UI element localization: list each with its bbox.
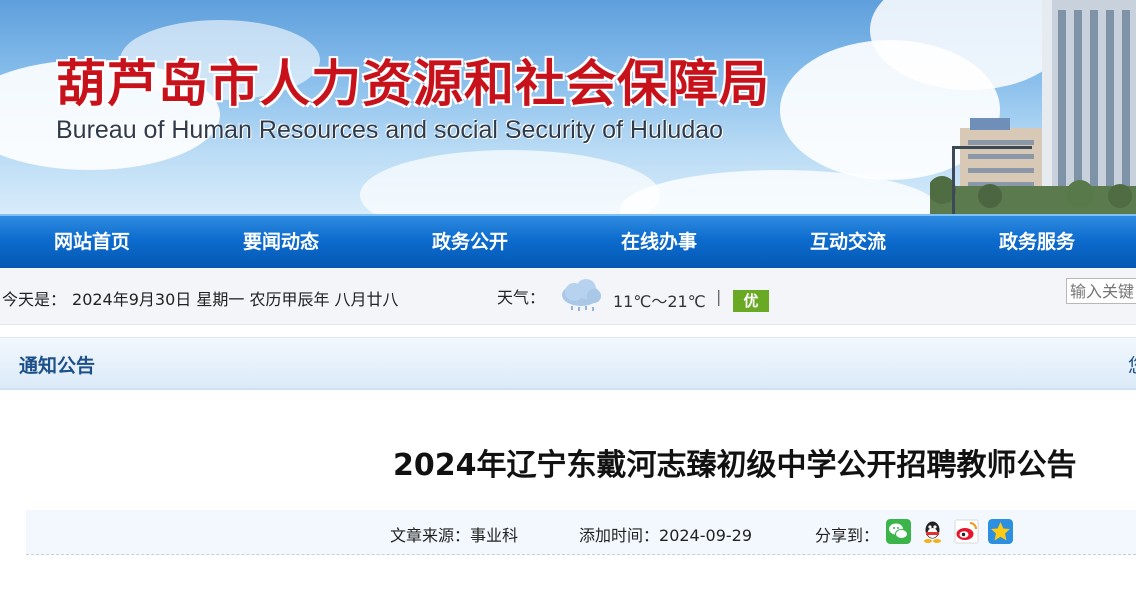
- nav-item-news[interactable]: 要闻动态: [243, 216, 319, 268]
- source-label: 文章来源：: [390, 526, 471, 545]
- city-buildings-image: [930, 0, 1136, 214]
- temperature-text: 11℃～21℃: [613, 292, 706, 311]
- air-quality-badge: 优: [733, 290, 769, 312]
- weibo-icon[interactable]: [954, 519, 979, 544]
- nav-item-home[interactable]: 网站首页: [54, 216, 130, 268]
- site-title-cn: 葫芦岛市人力资源和社会保障局: [56, 55, 770, 113]
- nav-item-interaction[interactable]: 互动交流: [810, 216, 886, 268]
- nav-item-gov-affairs[interactable]: 政务公开: [432, 216, 508, 268]
- article-meta: 文章来源：事业科 添加时间：2024-09-29 分享到：: [26, 510, 1136, 555]
- time-value: 2024-09-29: [659, 526, 752, 545]
- date-text: 2024年9月30日 星期一 农历甲辰年 八月廿八: [72, 290, 399, 309]
- breadcrumb-text: 您: [1128, 351, 1136, 378]
- time-label: 添加时间：: [579, 526, 660, 545]
- source-value: 事业科: [470, 526, 519, 545]
- date-display: 今天是： 2024年9月30日 星期一 农历甲辰年 八月廿八: [2, 286, 399, 310]
- info-bar: 今天是： 2024年9月30日 星期一 农历甲辰年 八月廿八 天气： 11℃～21…: [0, 268, 1136, 325]
- section-bar: 通知公告 您: [0, 337, 1136, 390]
- header-banner: 葫芦岛市人力资源和社会保障局 Bureau of Human Resources…: [0, 0, 1136, 214]
- section-title[interactable]: 通知公告: [19, 351, 95, 378]
- article-title: 2024年辽宁东戴河志臻初级中学公开招聘教师公告: [393, 448, 1077, 483]
- qzone-icon[interactable]: [988, 519, 1013, 544]
- main-nav: 网站首页 要闻动态 政务公开 在线办事 互动交流 政务服务: [0, 214, 1136, 268]
- weather-label: 天气：: [497, 288, 546, 307]
- nav-item-gov-services[interactable]: 政务服务: [999, 216, 1075, 268]
- wechat-icon[interactable]: [886, 519, 911, 544]
- nav-item-online-services[interactable]: 在线办事: [621, 216, 697, 268]
- article-time: 添加时间：2024-09-29: [579, 522, 752, 546]
- today-label: 今天是：: [2, 290, 67, 309]
- cloud-rain-icon: [562, 279, 601, 311]
- separator: |: [716, 287, 722, 306]
- qq-icon[interactable]: [920, 519, 945, 544]
- article-source: 文章来源：事业科: [390, 522, 518, 546]
- site-title-en: Bureau of Human Resources and social Sec…: [56, 116, 724, 144]
- share-label: 分享到：: [815, 526, 880, 545]
- search-input[interactable]: [1066, 278, 1136, 304]
